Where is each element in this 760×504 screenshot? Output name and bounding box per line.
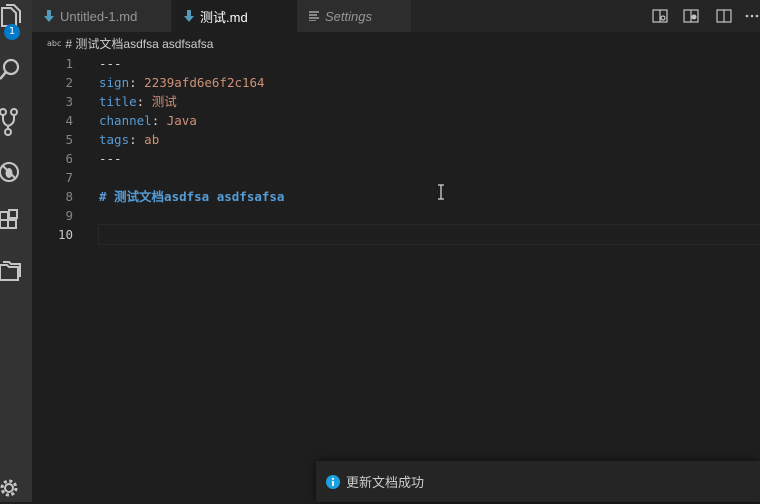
extensions-icon[interactable] bbox=[0, 206, 32, 238]
editor-line[interactable]: 6 --- bbox=[32, 149, 760, 168]
code-token: --- bbox=[99, 151, 122, 166]
more-actions-icon[interactable] bbox=[744, 8, 760, 24]
code-token: title bbox=[99, 94, 137, 109]
tab-label: 测试.md bbox=[200, 9, 248, 25]
tab-settings[interactable]: Settings bbox=[297, 0, 411, 32]
notification-toast[interactable]: 更新文档成功 bbox=[316, 461, 760, 502]
line-number: 5 bbox=[65, 132, 73, 147]
tab-untitled-1[interactable]: Untitled-1.md bbox=[32, 0, 171, 32]
notification-message: 更新文档成功 bbox=[346, 475, 425, 490]
editor-line[interactable]: 10 bbox=[32, 224, 760, 245]
debug-icon[interactable] bbox=[0, 156, 32, 188]
code-text: tags: ab bbox=[99, 130, 159, 149]
line-number: 6 bbox=[65, 151, 73, 166]
line-number: 7 bbox=[65, 170, 73, 185]
code-token: 测试 bbox=[151, 94, 177, 109]
line-number: 1 bbox=[65, 56, 73, 71]
editor-line[interactable]: 4 channel: Java bbox=[32, 111, 760, 130]
explorer-icon[interactable]: 1 bbox=[0, 2, 32, 40]
code-token: ab bbox=[144, 132, 160, 147]
tab-label: Untitled-1.md bbox=[60, 8, 138, 24]
source-control-icon[interactable] bbox=[0, 106, 32, 138]
search-icon[interactable] bbox=[0, 54, 32, 86]
editor-line[interactable]: 7 bbox=[32, 168, 760, 187]
line-number: 9 bbox=[65, 208, 73, 223]
breadcrumb: abc # 测试文档asdfsa asdfsafsa bbox=[32, 32, 760, 54]
line-number: 4 bbox=[65, 113, 73, 128]
code-token: : bbox=[129, 132, 145, 147]
code-text: sign: 2239afd6e6f2c164 bbox=[99, 73, 265, 92]
editor-line[interactable]: 9 bbox=[32, 206, 760, 225]
code-token: : bbox=[151, 113, 167, 128]
line-number: 2 bbox=[65, 75, 73, 90]
code-token: Java bbox=[166, 113, 197, 128]
code-token: channel bbox=[99, 113, 152, 128]
code-token: : bbox=[129, 75, 145, 90]
gear-icon[interactable] bbox=[0, 472, 32, 504]
editor-line[interactable]: 8 # 测试文档asdfsa asdfsafsa bbox=[32, 187, 760, 206]
settings-list-icon bbox=[309, 11, 319, 21]
editor[interactable]: 1 --- 2 sign: 2239afd6e6f2c164 3 title: 测试 4 ch… bbox=[32, 54, 760, 462]
explorer-badge: 1 bbox=[4, 24, 20, 40]
code-text: # 测试文档asdfsa asdfsafsa bbox=[99, 187, 284, 206]
breadcrumb-item[interactable]: # 测试文档asdfsa asdfsafsa bbox=[65, 35, 213, 52]
folder-icon[interactable] bbox=[0, 256, 32, 288]
markdown-icon bbox=[184, 10, 194, 22]
code-token: : bbox=[136, 94, 152, 109]
markdown-icon bbox=[44, 10, 54, 22]
code-text: --- bbox=[99, 149, 122, 168]
code-token: sign bbox=[99, 75, 130, 90]
split-editor-icon[interactable] bbox=[716, 8, 732, 24]
code-token: 2239afd6e6f2c164 bbox=[144, 75, 265, 90]
editor-line[interactable]: 5 tags: ab bbox=[32, 130, 760, 149]
code-text: title: 测试 bbox=[99, 92, 177, 111]
line-number: 3 bbox=[65, 94, 73, 109]
line-number: 10 bbox=[57, 227, 73, 242]
editor-line[interactable]: 1 --- bbox=[32, 54, 760, 73]
code-token: tags bbox=[99, 132, 130, 147]
info-icon bbox=[326, 474, 340, 489]
activity-bar: 1 bbox=[0, 0, 32, 502]
open-preview-to-side-icon[interactable] bbox=[652, 8, 668, 24]
code-token: # 测试文档asdfsa asdfsafsa bbox=[99, 189, 285, 204]
preview-icon[interactable] bbox=[683, 8, 699, 24]
text-cursor-icon bbox=[438, 184, 444, 200]
line-number: 8 bbox=[65, 189, 73, 204]
code-text: channel: Java bbox=[99, 111, 197, 130]
code-text: --- bbox=[99, 54, 122, 73]
editor-line[interactable]: 3 title: 测试 bbox=[32, 92, 760, 111]
code-token: --- bbox=[99, 56, 122, 71]
tab-bar: Untitled-1.md 测试.md Settings bbox=[32, 0, 760, 32]
symbol-string-icon: abc bbox=[47, 38, 62, 48]
editor-line[interactable]: 2 sign: 2239afd6e6f2c164 bbox=[32, 73, 760, 92]
tab-label: Settings bbox=[325, 8, 372, 24]
current-line-highlight bbox=[98, 224, 760, 245]
